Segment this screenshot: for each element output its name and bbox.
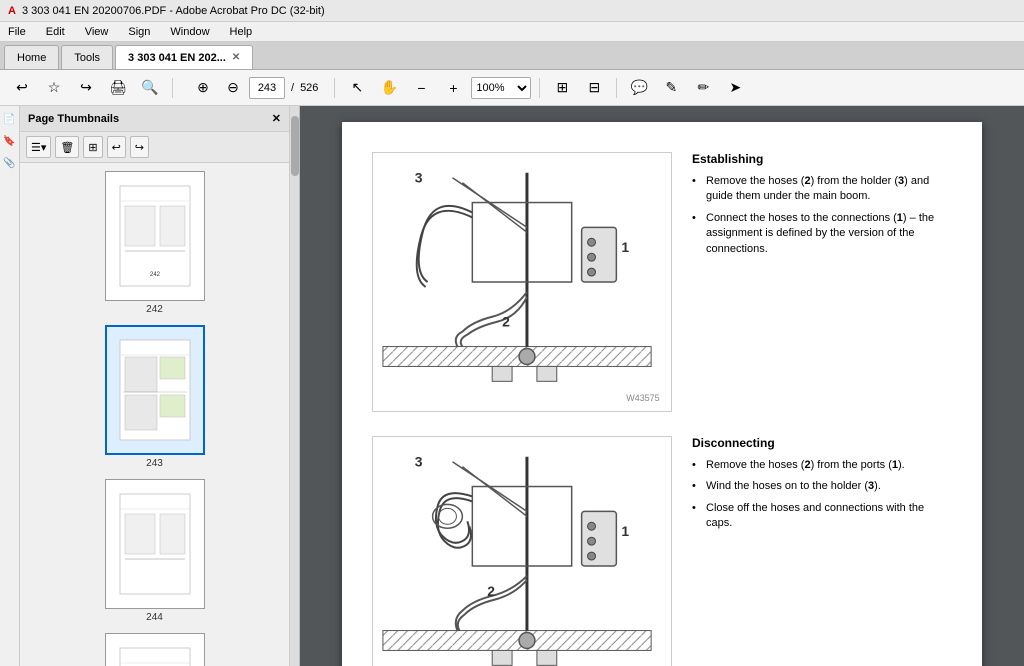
sidebar-redo-btn[interactable]: ↪ [130,136,149,158]
thumbnail-243[interactable]: 243 [24,325,285,469]
page-nav-icon[interactable]: 📄 [1,110,19,128]
diagram-top: 3 1 [372,152,672,412]
main-layout: 📄 🔖 📎 Page Thumbnails ✕ ☰▾ 🗑 ⊞ ↩ ↪ [0,106,1024,666]
page-down-button[interactable]: ⊖ [219,75,247,101]
svg-text:3: 3 [415,170,423,186]
page-number-input[interactable] [249,77,285,99]
establishing-text: Establishing Remove the hoses (2) from t… [692,152,952,416]
sidebar: Page Thumbnails ✕ ☰▾ 🗑 ⊞ ↩ ↪ [20,106,290,666]
sidebar-scrollbar[interactable] [290,106,300,666]
highlight-button[interactable]: ✏ [689,75,717,101]
menu-sign[interactable]: Sign [124,24,154,40]
thumb-label-243: 243 [146,458,163,469]
svg-text:2: 2 [502,314,510,330]
tab-home[interactable]: Home [4,45,59,69]
search-button[interactable]: 🔍 [136,75,164,101]
svg-text:1: 1 [621,239,629,255]
disconnecting-bullet-3: Close off the hoses and connections with… [692,501,952,532]
tab-document[interactable]: 3 303 041 EN 202... ✕ [115,45,253,69]
svg-text:242: 242 [149,272,160,278]
disconnecting-bullet-1: Remove the hoses (2) from the ports (1). [692,458,952,473]
zoom-in-button[interactable]: + [439,75,467,101]
cursor-tool[interactable]: ↖ [343,75,371,101]
hand-tool[interactable]: ✋ [375,75,403,101]
thumb-img-245 [105,633,205,666]
titlebar: A 3 303 041 EN 20200706.PDF - Adobe Acro… [0,0,1024,22]
tab-close-icon[interactable]: ✕ [232,52,240,63]
page-nav: ⊕ ⊖ / 526 [189,75,318,101]
thumbnail-245[interactable]: 245 [24,633,285,666]
sidebar-close-icon[interactable]: ✕ [272,112,281,125]
establishing-title: Establishing [692,152,952,166]
sidebar-header: Page Thumbnails ✕ [20,106,289,132]
app-icon: A [8,5,16,17]
diagram-bottom: 3 1 [372,436,672,666]
thumb-img-243 [105,325,205,455]
page-separator: / [291,82,294,94]
thumb-label-242: 242 [146,304,163,315]
establishing-bullet-2: Connect the hoses to the connections (1)… [692,211,952,257]
thumbnail-244[interactable]: 244 [24,479,285,623]
toolbar: ↩ ☆ ↪ 🖨 🔍 ⊕ ⊖ / 526 ↖ ✋ − + 100% 75% 125… [0,70,1024,106]
establishing-bullet-1: Remove the hoses (2) from the holder (3)… [692,174,952,205]
thumb-img-242: 242 [105,171,205,301]
disconnecting-section: 3 1 [372,436,952,666]
zoom-out-button[interactable]: − [407,75,435,101]
sidebar-delete-btn[interactable]: 🗑 [55,136,79,158]
tabbar: Home Tools 3 303 041 EN 202... ✕ [0,42,1024,70]
fit-width-button[interactable]: ⊟ [580,75,608,101]
svg-text:W43575: W43575 [626,393,659,403]
separator-3 [539,78,540,98]
sidebar-title: Page Thumbnails [28,113,119,125]
disconnecting-text: Disconnecting Remove the hoses (2) from … [692,436,952,666]
pdf-area[interactable]: 3 1 [300,106,1024,666]
establishing-section: 3 1 [372,152,952,416]
comment-button[interactable]: 💬 [625,75,653,101]
menu-edit[interactable]: Edit [42,24,69,40]
separator-1 [172,78,173,98]
diagram-top-container: 3 1 [372,152,672,416]
sidebar-layout-btn[interactable]: ⊞ [83,136,102,158]
star-button[interactable]: ☆ [40,75,68,101]
diagram-bottom-container: 3 1 [372,436,672,666]
sidebar-undo-btn[interactable]: ↩ [107,136,126,158]
page-total: 526 [300,82,318,94]
svg-text:1: 1 [621,523,629,539]
attachment-icon[interactable]: 📎 [1,154,19,172]
pen-button[interactable]: ✎ [657,75,685,101]
fit-page-button[interactable]: ⊞ [548,75,576,101]
separator-2 [334,78,335,98]
establishing-bullets: Remove the hoses (2) from the holder (3)… [692,174,952,257]
sidebar-menu-btn[interactable]: ☰▾ [26,136,51,158]
bookmark-button[interactable]: ↪ [72,75,100,101]
disconnecting-bullet-2: Wind the hoses on to the holder (3). [692,479,952,494]
disconnecting-title: Disconnecting [692,436,952,450]
menu-window[interactable]: Window [166,24,213,40]
thumbnail-242[interactable]: 242 242 [24,171,285,315]
bookmark-icon[interactable]: 🔖 [1,132,19,150]
thumb-img-244 [105,479,205,609]
menubar: File Edit View Sign Window Help [0,22,1024,42]
titlebar-text: 3 303 041 EN 20200706.PDF - Adobe Acroba… [22,5,325,17]
page-up-button[interactable]: ⊕ [189,75,217,101]
svg-text:2: 2 [487,583,495,599]
thumb-label-244: 244 [146,612,163,623]
menu-help[interactable]: Help [226,24,257,40]
pdf-page: 3 1 [342,122,982,666]
share-button[interactable]: ➤ [721,75,749,101]
sidebar-content: 242 242 243 [20,163,289,666]
zoom-select[interactable]: 100% 75% 125% 150% [471,77,531,99]
sidebar-toolbar: ☰▾ 🗑 ⊞ ↩ ↪ [20,132,289,163]
separator-4 [616,78,617,98]
disconnecting-bullets: Remove the hoses (2) from the ports (1).… [692,458,952,532]
left-icons-panel: 📄 🔖 📎 [0,106,20,666]
svg-text:3: 3 [415,454,423,470]
scroll-handle[interactable] [291,116,299,176]
back-button[interactable]: ↩ [8,75,36,101]
menu-view[interactable]: View [81,24,113,40]
menu-file[interactable]: File [4,24,30,40]
print-button[interactable]: 🖨 [104,75,132,101]
tab-tools[interactable]: Tools [61,45,113,69]
